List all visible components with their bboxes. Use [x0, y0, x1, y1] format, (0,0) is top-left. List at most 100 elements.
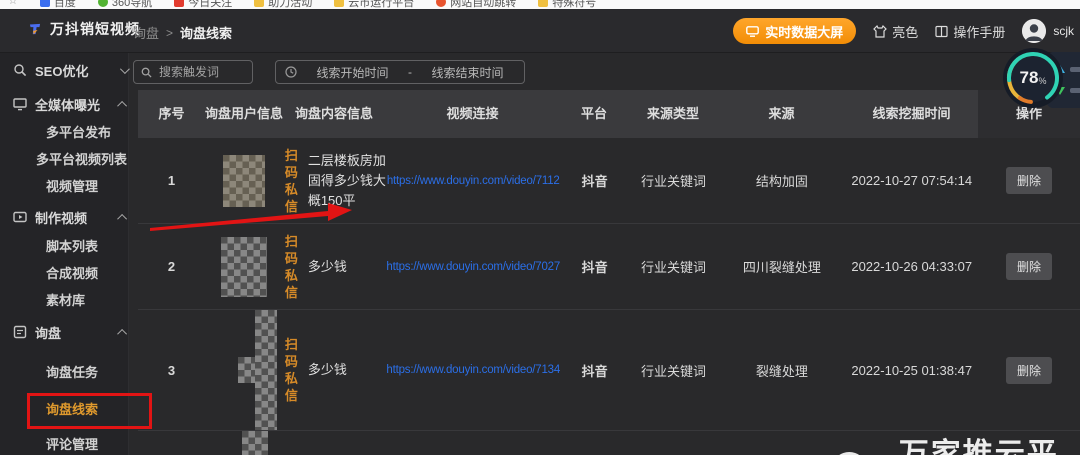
breadcrumb: 询盘 > 询盘线索: [133, 23, 232, 42]
sidebar-group-seo[interactable]: SEO优化: [0, 57, 141, 83]
bookmark-label: 云市运行平台: [348, 0, 415, 9]
col-header-source-type: 来源类型: [646, 106, 699, 122]
user-avatar[interactable]: [1022, 19, 1047, 43]
app-logo[interactable]: 万抖销短视频: [28, 19, 140, 39]
sidebar-item-multi-platform-publish[interactable]: 多平台发布: [0, 118, 174, 144]
range-separator: -: [408, 65, 412, 79]
gauge-value-wrap: 78 %: [1002, 47, 1064, 109]
bookmark-label: 今日关注: [188, 0, 233, 9]
bookmark-label: 网站自动跳转: [450, 0, 517, 9]
search-trigger-word-input[interactable]: [157, 64, 245, 80]
username[interactable]: scjk: [1053, 24, 1074, 38]
cell-mined-time: 2022-10-27 07:54:14: [851, 173, 973, 188]
sidebar-group-label: 全媒体曝光: [35, 97, 101, 113]
chevron-up-icon: [117, 328, 128, 339]
watermark-text: 万家推云平台: [898, 438, 1059, 455]
score-gauge[interactable]: 78 %: [1002, 47, 1064, 109]
theme-toggle[interactable]: 亮色: [873, 22, 918, 41]
sidebar-item-label: 脚本列表: [46, 238, 99, 254]
scan-qr-private-msg-badge: 扫码私信: [284, 337, 298, 403]
header-actions: 实时数据大屏 亮色 操作手册 scjk: [733, 17, 1074, 45]
video-link[interactable]: https://www.douyin.com/video/7027: [386, 261, 560, 273]
theme-shirt-icon: [873, 24, 888, 38]
bookmark-item[interactable]: 网站自动跳转: [436, 0, 516, 9]
make-video-icon: [13, 211, 27, 223]
lead-date-range-picker[interactable]: 线索开始时间 - 线索结束时间: [275, 60, 525, 84]
sidebar-item-inquiry-leads[interactable]: 询盘线索: [0, 395, 174, 421]
video-link[interactable]: https://www.douyin.com/video/7112: [387, 175, 560, 187]
sidebar-item-comment-manage[interactable]: 评论管理: [0, 430, 174, 455]
sidebar-item-script-list[interactable]: 脚本列表: [0, 232, 174, 258]
bookmark-item[interactable]: 360导航: [97, 0, 153, 9]
sidebar-item-label: 询盘任务: [46, 364, 99, 380]
bookmark-item[interactable]: 助力活动: [254, 0, 312, 9]
video-link[interactable]: https://www.douyin.com/video/7134: [386, 364, 560, 376]
theme-label: 亮色: [892, 24, 919, 40]
widget-text-stub: [1070, 88, 1080, 94]
manual-link[interactable]: 操作手册: [935, 22, 1005, 41]
browser-bookmarks-bar: ☆ 百度 360导航 今日关注 助力活动 云市运行平台 网站自动跳转 特殊符号: [0, 0, 1080, 9]
sidebar-item-material-library[interactable]: 素材库: [0, 286, 174, 312]
sidebar-item-label: 多平台发布: [46, 124, 112, 140]
cell-user-info: [205, 138, 283, 223]
sidebar-item-multi-platform-video-list[interactable]: 多平台视频列表: [0, 145, 164, 171]
sidebar-group-media[interactable]: 全媒体曝光: [0, 91, 141, 117]
sidebar-group-make-video[interactable]: 制作视频: [0, 204, 141, 230]
360-icon: [97, 0, 108, 7]
sidebar-group-label: SEO优化: [35, 63, 89, 79]
delete-button[interactable]: 删除: [1006, 167, 1053, 194]
cell-content-info: 扫码私信 多少钱: [283, 310, 386, 430]
breadcrumb-parent[interactable]: 询盘: [133, 23, 159, 42]
delete-button[interactable]: 删除: [1006, 253, 1053, 280]
leads-table: 序号 询盘用户信息 询盘内容信息 视频连接 平台 来源类型 来源 线索挖掘时间 …: [138, 90, 1080, 455]
sidebar-item-label: 评论管理: [46, 436, 99, 452]
blurred-user-avatar: [220, 236, 267, 297]
baidu-icon: [39, 0, 50, 7]
blurred-user-avatar: [222, 154, 265, 207]
search-box[interactable]: [133, 60, 253, 84]
app-screen: ☆ 百度 360导航 今日关注 助力活动 云市运行平台 网站自动跳转 特殊符号: [0, 0, 1080, 455]
bookmark-item[interactable]: 今日关注: [174, 0, 232, 9]
sidebar-group-label: 询盘: [35, 325, 62, 341]
cell-user-info: [205, 310, 283, 430]
bookmark-star-icon[interactable]: ☆: [8, 0, 18, 7]
live-data-screen-button[interactable]: 实时数据大屏: [733, 18, 857, 44]
app-name: 万抖销短视频: [50, 21, 140, 37]
folder-icon: [254, 0, 265, 7]
bookmark-item[interactable]: 百度: [39, 0, 76, 9]
sidebar-item-inquiry-task[interactable]: 询盘任务: [0, 358, 174, 384]
gauge-value: 78: [1019, 68, 1039, 87]
app-header: 万抖销短视频 询盘 > 询盘线索 实时数据大屏 亮色 操作手册 scjk: [0, 9, 1080, 53]
search-icon: [141, 67, 152, 78]
cell-content-info: 扫码私信 多少钱: [283, 224, 386, 309]
table-header-row: 序号 询盘用户信息 询盘内容信息 视频连接 平台 来源类型 来源 线索挖掘时间 …: [138, 90, 1080, 138]
col-header-source: 来源: [768, 106, 795, 122]
seo-icon: [14, 64, 27, 77]
inquiry-content: 多少钱: [307, 362, 347, 377]
gauge-unit: %: [1038, 76, 1047, 86]
filter-bar: 线索开始时间 - 线索结束时间: [133, 60, 525, 84]
sidebar-item-compose-video[interactable]: 合成视频: [0, 259, 174, 285]
person-icon: [1022, 19, 1047, 43]
scan-qr-private-msg-badge: 扫码私信: [284, 147, 298, 214]
delete-button[interactable]: 删除: [1006, 356, 1053, 384]
inquiry-content: 二层楼板房加固得多少钱大概150平: [307, 152, 386, 208]
bookmark-label: 360导航: [111, 0, 153, 9]
sidebar-item-label: 多平台视频列表: [36, 151, 128, 167]
inquiry-icon: [13, 325, 27, 339]
lead-end-placeholder: 线索结束时间: [431, 65, 504, 80]
chevron-up-icon: [117, 213, 128, 224]
cell-video-link: https://www.douyin.com/video/7027: [386, 224, 561, 309]
bookmark-item[interactable]: 云市运行平台: [334, 0, 414, 9]
col-header-video-link: 视频连接: [446, 106, 499, 122]
bookmark-item[interactable]: 特殊符号: [538, 0, 596, 9]
main-content: 线索开始时间 - 线索结束时间 序号 询盘用户信息 询盘内容信息 视频连接 平台…: [129, 52, 1080, 455]
col-header-mined-time: 线索挖掘时间: [872, 106, 951, 122]
sidebar-group-inquiry[interactable]: 询盘: [0, 319, 141, 345]
cell-source-type: 行业关键词: [640, 174, 706, 189]
cell-mined-time: 2022-10-25 01:38:47: [851, 362, 973, 378]
logo-icon: [29, 23, 41, 35]
cell-source-type: 行业关键词: [640, 363, 706, 379]
sidebar-item-video-manage[interactable]: 视频管理: [0, 172, 174, 198]
breadcrumb-current: 询盘线索: [180, 26, 233, 41]
